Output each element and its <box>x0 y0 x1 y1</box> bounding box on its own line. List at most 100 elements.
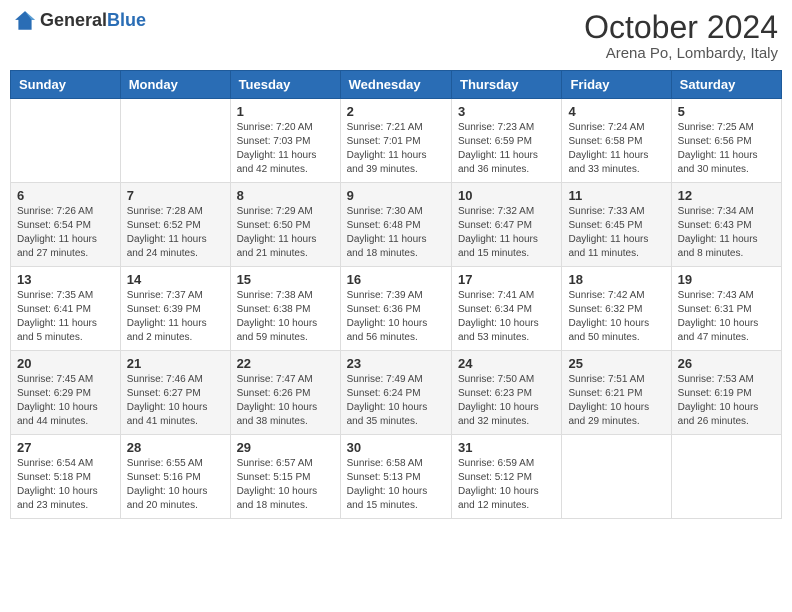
day-info: Sunrise: 7:20 AM Sunset: 7:03 PM Dayligh… <box>237 121 334 177</box>
weekday-header-friday: Friday <box>562 71 671 99</box>
day-cell: 4 Sunrise: 7:24 AM Sunset: 6:58 PM Daylig… <box>562 99 671 183</box>
day-number: 14 <box>127 272 224 287</box>
day-cell: 20Sunrise: 7:45 AM Sunset: 6:29 PM Dayli… <box>11 351 121 435</box>
day-info: Sunrise: 7:29 AM Sunset: 6:50 PM Dayligh… <box>237 205 334 261</box>
weekday-header-thursday: Thursday <box>452 71 562 99</box>
location-title: Arena Po, Lombardy, Italy <box>584 45 778 62</box>
week-row-1: 1 Sunrise: 7:20 AM Sunset: 7:03 PM Daylig… <box>11 99 782 183</box>
day-number: 19 <box>678 272 775 287</box>
day-info: Sunrise: 7:24 AM Sunset: 6:58 PM Dayligh… <box>568 121 664 177</box>
day-cell: 27 Sunrise: 6:54 AM Sunset: 5:18 PM Dayli… <box>11 435 121 519</box>
day-number: 21 <box>127 356 224 371</box>
logo-icon <box>14 10 36 32</box>
day-info: Sunrise: 7:38 AM Sunset: 6:38 PM Dayligh… <box>237 289 334 345</box>
week-row-5: 27 Sunrise: 6:54 AM Sunset: 5:18 PM Dayli… <box>11 435 782 519</box>
day-cell: 11 Sunrise: 7:33 AM Sunset: 6:45 PM Dayli… <box>562 183 671 267</box>
day-cell: 31 Sunrise: 6:59 AM Sunset: 5:12 PM Dayli… <box>452 435 562 519</box>
day-info: Sunrise: 7:33 AM Sunset: 6:45 PM Dayligh… <box>568 205 664 261</box>
day-cell: 16 Sunrise: 7:39 AM Sunset: 6:36 PM Dayli… <box>340 267 451 351</box>
day-cell: 28Sunrise: 6:55 AM Sunset: 5:16 PM Dayli… <box>120 435 230 519</box>
day-cell: 29 Sunrise: 6:57 AM Sunset: 5:15 PM Dayli… <box>230 435 340 519</box>
day-cell: 15 Sunrise: 7:38 AM Sunset: 6:38 PM Dayli… <box>230 267 340 351</box>
day-number: 22 <box>237 356 334 371</box>
day-info: Sunrise: 7:35 AM Sunset: 6:41 PM Dayligh… <box>17 289 114 345</box>
day-info: Sunrise: 7:47 AM Sunset: 6:26 PM Dayligh… <box>237 373 334 429</box>
day-number: 12 <box>678 188 775 203</box>
day-cell: 13 Sunrise: 7:35 AM Sunset: 6:41 PM Dayli… <box>11 267 121 351</box>
day-number: 10 <box>458 188 555 203</box>
day-number: 17 <box>458 272 555 287</box>
day-number: 11 <box>568 188 664 203</box>
month-title: October 2024 <box>584 10 778 45</box>
day-info: Sunrise: 6:54 AM Sunset: 5:18 PM Dayligh… <box>17 457 114 513</box>
day-cell: 12 Sunrise: 7:34 AM Sunset: 6:43 PM Dayli… <box>671 183 781 267</box>
day-cell <box>120 99 230 183</box>
day-cell: 9 Sunrise: 7:30 AM Sunset: 6:48 PM Daylig… <box>340 183 451 267</box>
day-info: Sunrise: 7:53 AM Sunset: 6:19 PM Dayligh… <box>678 373 775 429</box>
day-info: Sunrise: 7:51 AM Sunset: 6:21 PM Dayligh… <box>568 373 664 429</box>
day-info: Sunrise: 6:59 AM Sunset: 5:12 PM Dayligh… <box>458 457 555 513</box>
day-cell: 17 Sunrise: 7:41 AM Sunset: 6:34 PM Dayli… <box>452 267 562 351</box>
day-number: 15 <box>237 272 334 287</box>
day-cell: 10 Sunrise: 7:32 AM Sunset: 6:47 PM Dayli… <box>452 183 562 267</box>
day-info: Sunrise: 6:57 AM Sunset: 5:15 PM Dayligh… <box>237 457 334 513</box>
weekday-header-monday: Monday <box>120 71 230 99</box>
day-cell: 23 Sunrise: 7:49 AM Sunset: 6:24 PM Dayli… <box>340 351 451 435</box>
day-number: 1 <box>237 104 334 119</box>
day-number: 18 <box>568 272 664 287</box>
title-section: October 2024 Arena Po, Lombardy, Italy <box>584 10 778 62</box>
weekday-header-saturday: Saturday <box>671 71 781 99</box>
day-number: 7 <box>127 188 224 203</box>
weekday-header-sunday: Sunday <box>11 71 121 99</box>
day-number: 31 <box>458 440 555 455</box>
day-info: Sunrise: 7:26 AM Sunset: 6:54 PM Dayligh… <box>17 205 114 261</box>
day-cell: 25 Sunrise: 7:51 AM Sunset: 6:21 PM Dayli… <box>562 351 671 435</box>
day-number: 29 <box>237 440 334 455</box>
day-info: Sunrise: 7:41 AM Sunset: 6:34 PM Dayligh… <box>458 289 555 345</box>
day-number: 27 <box>17 440 114 455</box>
day-number: 25 <box>568 356 664 371</box>
page-header: GeneralBlue October 2024 Arena Po, Lomba… <box>10 10 782 62</box>
day-info: Sunrise: 7:39 AM Sunset: 6:36 PM Dayligh… <box>347 289 445 345</box>
day-number: 3 <box>458 104 555 119</box>
day-info: Sunrise: 7:28 AM Sunset: 6:52 PM Dayligh… <box>127 205 224 261</box>
day-cell <box>671 435 781 519</box>
day-info: Sunrise: 7:50 AM Sunset: 6:23 PM Dayligh… <box>458 373 555 429</box>
day-number: 9 <box>347 188 445 203</box>
day-info: Sunrise: 7:34 AM Sunset: 6:43 PM Dayligh… <box>678 205 775 261</box>
day-cell: 14 Sunrise: 7:37 AM Sunset: 6:39 PM Dayli… <box>120 267 230 351</box>
day-info: Sunrise: 7:30 AM Sunset: 6:48 PM Dayligh… <box>347 205 445 261</box>
day-number: 6 <box>17 188 114 203</box>
week-row-2: 6 Sunrise: 7:26 AM Sunset: 6:54 PM Daylig… <box>11 183 782 267</box>
calendar-table: SundayMondayTuesdayWednesdayThursdayFrid… <box>10 70 782 519</box>
day-cell: 1 Sunrise: 7:20 AM Sunset: 7:03 PM Daylig… <box>230 99 340 183</box>
day-info: Sunrise: 7:37 AM Sunset: 6:39 PM Dayligh… <box>127 289 224 345</box>
day-cell: 21Sunrise: 7:46 AM Sunset: 6:27 PM Dayli… <box>120 351 230 435</box>
day-cell: 7 Sunrise: 7:28 AM Sunset: 6:52 PM Daylig… <box>120 183 230 267</box>
day-info: Sunrise: 7:49 AM Sunset: 6:24 PM Dayligh… <box>347 373 445 429</box>
day-number: 20 <box>17 356 114 371</box>
day-cell: 8Sunrise: 7:29 AM Sunset: 6:50 PM Daylig… <box>230 183 340 267</box>
day-number: 28 <box>127 440 224 455</box>
day-cell: 5Sunrise: 7:25 AM Sunset: 6:56 PM Daylig… <box>671 99 781 183</box>
day-number: 24 <box>458 356 555 371</box>
day-cell: 24 Sunrise: 7:50 AM Sunset: 6:23 PM Dayli… <box>452 351 562 435</box>
day-info: Sunrise: 7:42 AM Sunset: 6:32 PM Dayligh… <box>568 289 664 345</box>
day-number: 23 <box>347 356 445 371</box>
day-cell: 3 Sunrise: 7:23 AM Sunset: 6:59 PM Daylig… <box>452 99 562 183</box>
day-info: Sunrise: 7:23 AM Sunset: 6:59 PM Dayligh… <box>458 121 555 177</box>
day-cell: 6 Sunrise: 7:26 AM Sunset: 6:54 PM Daylig… <box>11 183 121 267</box>
day-number: 5 <box>678 104 775 119</box>
logo-general-text: GeneralBlue <box>40 11 146 31</box>
day-number: 2 <box>347 104 445 119</box>
day-number: 16 <box>347 272 445 287</box>
day-info: Sunrise: 7:32 AM Sunset: 6:47 PM Dayligh… <box>458 205 555 261</box>
weekday-header-wednesday: Wednesday <box>340 71 451 99</box>
day-info: Sunrise: 7:21 AM Sunset: 7:01 PM Dayligh… <box>347 121 445 177</box>
day-number: 30 <box>347 440 445 455</box>
day-cell: 19Sunrise: 7:43 AM Sunset: 6:31 PM Dayli… <box>671 267 781 351</box>
day-cell: 26Sunrise: 7:53 AM Sunset: 6:19 PM Dayli… <box>671 351 781 435</box>
day-cell <box>11 99 121 183</box>
day-number: 13 <box>17 272 114 287</box>
day-number: 4 <box>568 104 664 119</box>
